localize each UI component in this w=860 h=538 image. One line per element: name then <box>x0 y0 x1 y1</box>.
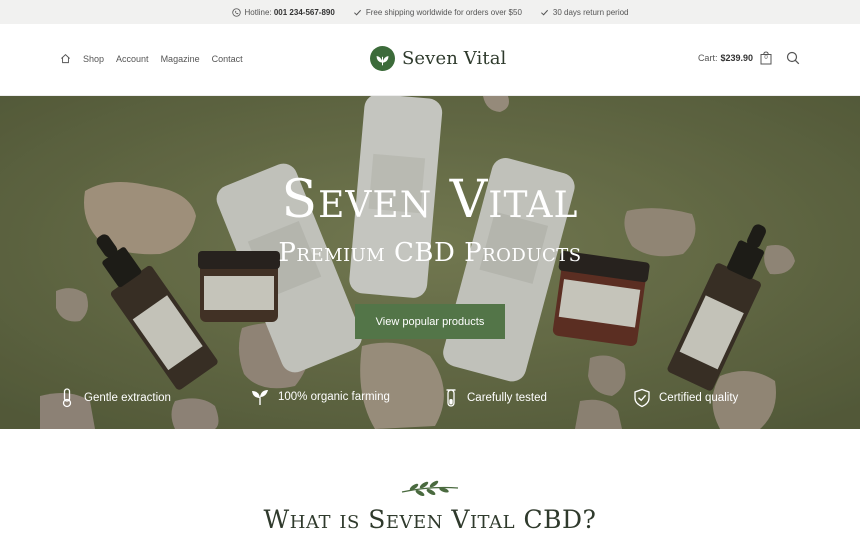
feature-label: Gentle extraction <box>84 392 171 404</box>
sprout-icon <box>252 390 268 405</box>
phone-icon <box>231 7 241 17</box>
nav-magazine[interactable]: Magazine <box>161 54 200 64</box>
view-popular-products-button[interactable]: View popular products <box>355 304 505 339</box>
nav-contact[interactable]: Contact <box>212 54 243 64</box>
returns-text: 30 days return period <box>552 7 629 17</box>
nav-account[interactable]: Account <box>116 54 149 64</box>
top-info-bar: Hotline: 001 234-567-890 Free shipping w… <box>0 0 860 24</box>
feature-carefully-tested: Carefully tested <box>443 388 547 408</box>
leaf-sprig-icon <box>401 480 459 497</box>
hero-banner: Seven Vital Premium CBD Products View po… <box>0 96 860 429</box>
feature-list: Gentle extraction 100% organic farming C… <box>0 388 860 412</box>
logo-text: Seven Vital <box>402 48 507 69</box>
cart-count: 0 <box>764 55 768 61</box>
feature-gentle-extraction: Gentle extraction <box>58 388 171 408</box>
feature-label: 100% organic farming <box>278 391 390 403</box>
main-nav: Shop Account Magazine Contact <box>60 53 255 64</box>
cart-amount: $239.90 <box>720 53 753 63</box>
feature-label: Carefully tested <box>467 392 547 404</box>
site-logo[interactable]: Seven Vital <box>370 46 506 71</box>
shopping-bag-icon[interactable]: 0 <box>760 51 772 65</box>
feature-label: Certified quality <box>659 392 739 404</box>
home-icon[interactable] <box>60 53 71 64</box>
hotline-number[interactable]: 001 234-567-890 <box>274 8 335 17</box>
hotline-label: Hotline: <box>244 7 272 17</box>
returns-notice: 30 days return period <box>540 8 629 17</box>
shield-check-icon <box>634 388 650 408</box>
hero-subtitle: Premium CBD Products <box>278 238 582 268</box>
check-icon <box>540 9 548 15</box>
site-header: Shop Account Magazine Contact Seven Vita… <box>0 24 860 96</box>
hero-title: Seven Vital <box>281 170 579 230</box>
feature-organic-farming: 100% organic farming <box>250 388 390 406</box>
hotline[interactable]: Hotline: 001 234-567-890 <box>231 7 335 17</box>
check-icon <box>353 9 361 15</box>
search-icon[interactable] <box>786 51 800 65</box>
test-tube-icon <box>446 389 456 407</box>
nav-shop[interactable]: Shop <box>83 54 104 64</box>
cart-summary[interactable]: Cart: $239.90 0 <box>698 51 800 65</box>
thermometer-icon <box>62 388 72 408</box>
shipping-text: Free shipping worldwide for orders over … <box>365 7 522 17</box>
shipping-notice: Free shipping worldwide for orders over … <box>353 8 522 17</box>
feature-certified-quality: Certified quality <box>633 388 738 408</box>
leaf-logo-icon <box>370 46 395 71</box>
section-title: What is Seven Vital CBD? <box>263 505 597 534</box>
cart-label: Cart: <box>697 53 718 63</box>
